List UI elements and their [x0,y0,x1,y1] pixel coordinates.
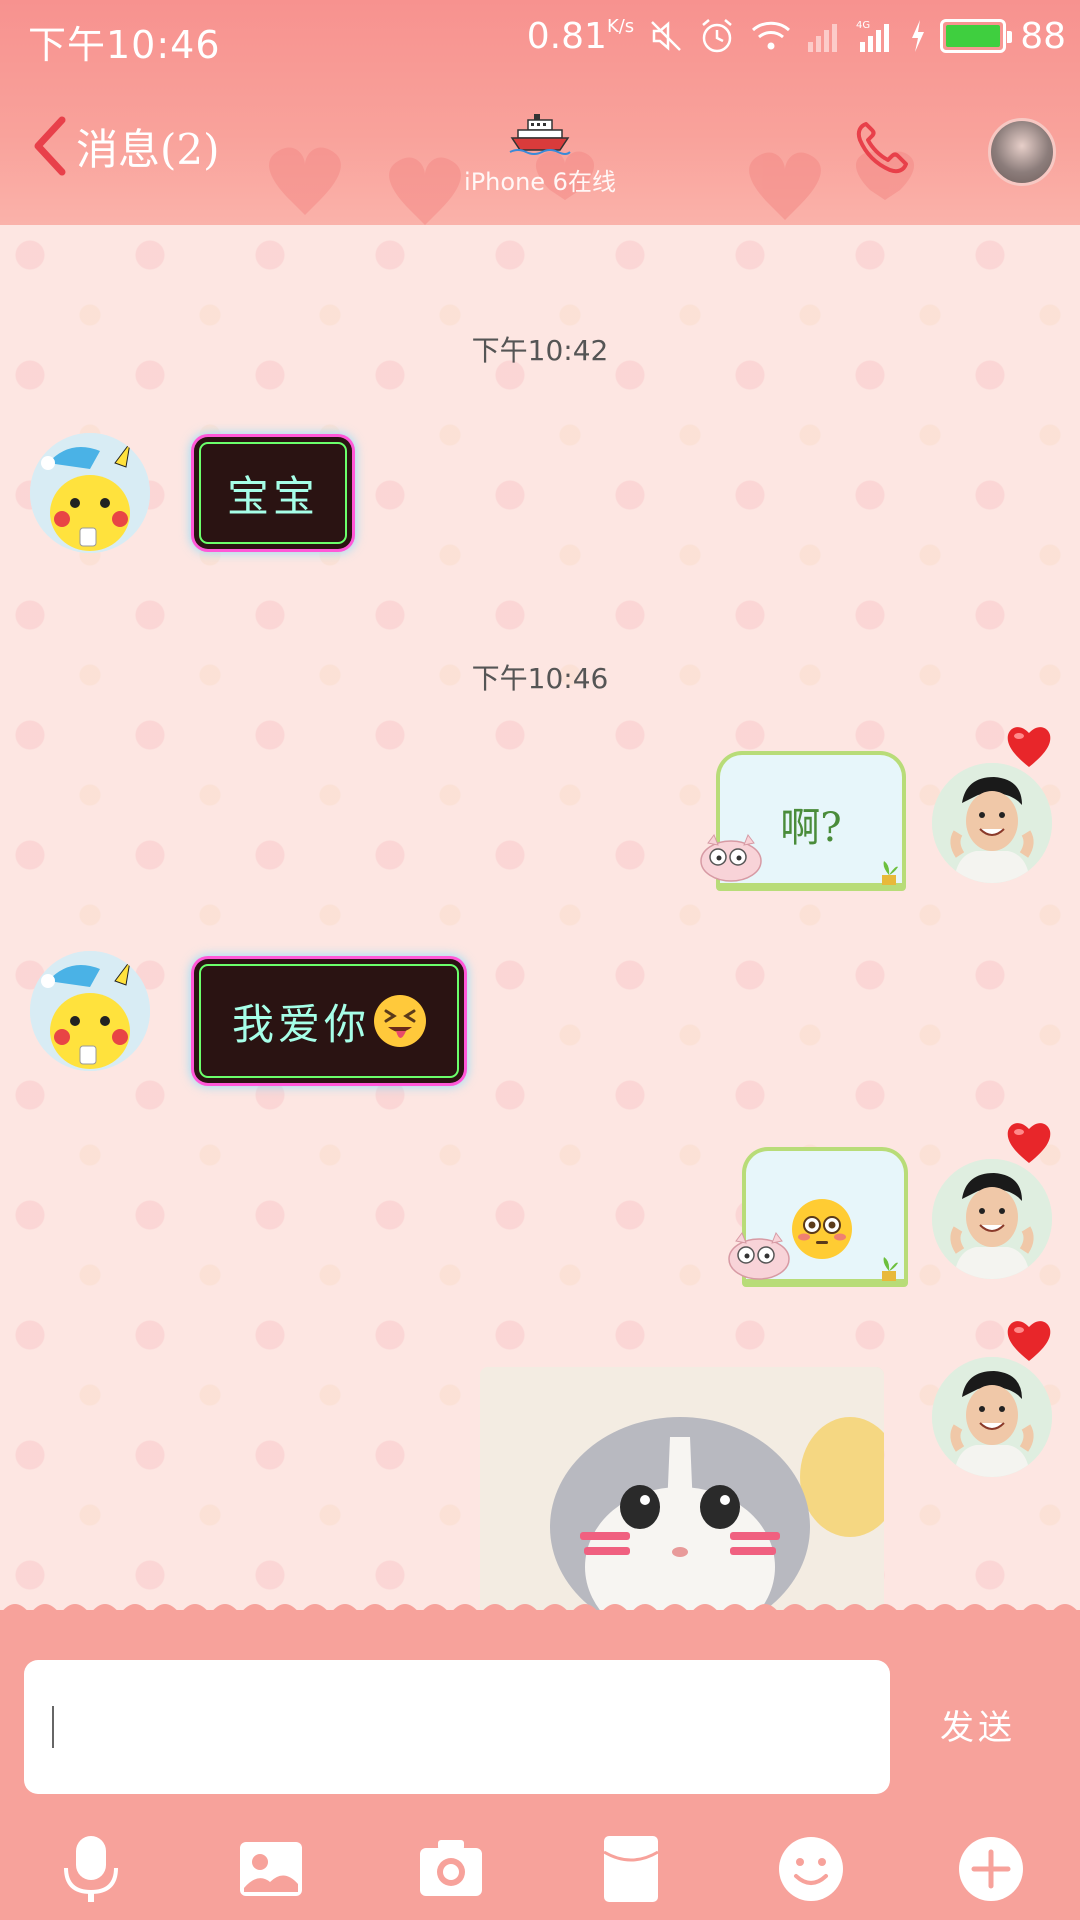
ship-icon [509,114,571,155]
net-speed-unit: K/s [606,15,635,37]
heart-icon [1007,1321,1051,1361]
net-speed-value: 0.81 [526,15,607,57]
plus-icon[interactable] [954,1832,1028,1906]
top-bar: 下午10:46 0.81K/s 4G 88 消息(2) iPhone 6在线 [0,0,1080,225]
battery-level: 88 [1020,15,1066,57]
avatar-pikachu[interactable] [30,433,150,553]
signal-icon [808,24,838,52]
back-button[interactable]: 消息(2) [28,114,220,178]
back-label: 消息(2) [76,124,220,174]
scallop-edge [0,1604,1080,1614]
wifi-icon [752,21,791,50]
kitten-photo[interactable] [480,1367,884,1610]
status-bar: 下午10:46 0.81K/s 4G 88 [0,0,1080,72]
pig-sticker-icon [728,1231,790,1280]
status-time: 下午10:46 [28,23,221,67]
person-avatar-icon [932,1357,1052,1477]
chat-header: 消息(2) iPhone 6在线 [0,72,1080,225]
person-avatar-icon [932,763,1052,883]
pig-sticker-icon [700,833,762,882]
online-status: iPhone 6在线 [464,168,616,196]
avatar-pikachu[interactable] [30,951,150,1071]
message-bubble-incoming[interactable]: 宝宝 [194,437,352,549]
heart-icon [1007,727,1051,767]
mute-icon [651,21,682,51]
alarm-icon [702,19,732,53]
microphone-icon[interactable] [54,1832,128,1906]
message-text: 宝宝 [226,471,319,521]
battery-icon [940,19,1013,53]
chat-title[interactable]: iPhone 6在线 [390,112,690,197]
composer-panel: 发送 [0,1604,1080,1920]
timestamp: 下午10:46 [471,662,609,695]
avatar-self[interactable] [932,1159,1052,1279]
image-icon[interactable] [234,1832,308,1906]
plant-icon [882,861,898,885]
timestamp: 下午10:42 [471,334,609,367]
avatar-self[interactable] [932,1357,1052,1477]
chat-area[interactable]: 下午10:42 宝宝 下午10:46 啊? 我爱你 [0,225,1080,1610]
squinting-tongue-emoji [374,995,426,1047]
net-speed: 0.81K/s [527,16,634,57]
person-avatar-icon [932,1159,1052,1279]
message-text: 我爱你 [231,999,370,1049]
message-input[interactable] [24,1660,890,1794]
contact-avatar[interactable] [988,118,1056,186]
plant-icon [882,1257,898,1281]
avatar-self[interactable] [932,763,1052,883]
text-caret [52,1706,54,1748]
charging-icon [912,20,925,52]
kitten-image [480,1367,884,1610]
pikachu-icon [30,433,150,553]
message-bubble-incoming[interactable]: 我爱你 [194,959,464,1083]
pikachu-icon [30,951,150,1071]
flushed-face-emoji [792,1199,852,1259]
signal-4g-icon: 4G [856,20,890,52]
phone-icon[interactable] [852,118,910,176]
svg-text:4G: 4G [856,20,870,31]
chat-toolbar [0,1832,1080,1912]
status-right: 0.81K/s 4G 88 [527,12,1066,60]
heart-icon [1007,1123,1051,1163]
camera-icon[interactable] [414,1832,488,1906]
emoji-icon[interactable] [774,1832,848,1906]
red-packet-icon[interactable] [594,1832,668,1906]
chevron-left-icon [34,116,66,176]
battery-fill [946,25,1001,47]
send-button[interactable]: 发送 [940,1700,1016,1749]
